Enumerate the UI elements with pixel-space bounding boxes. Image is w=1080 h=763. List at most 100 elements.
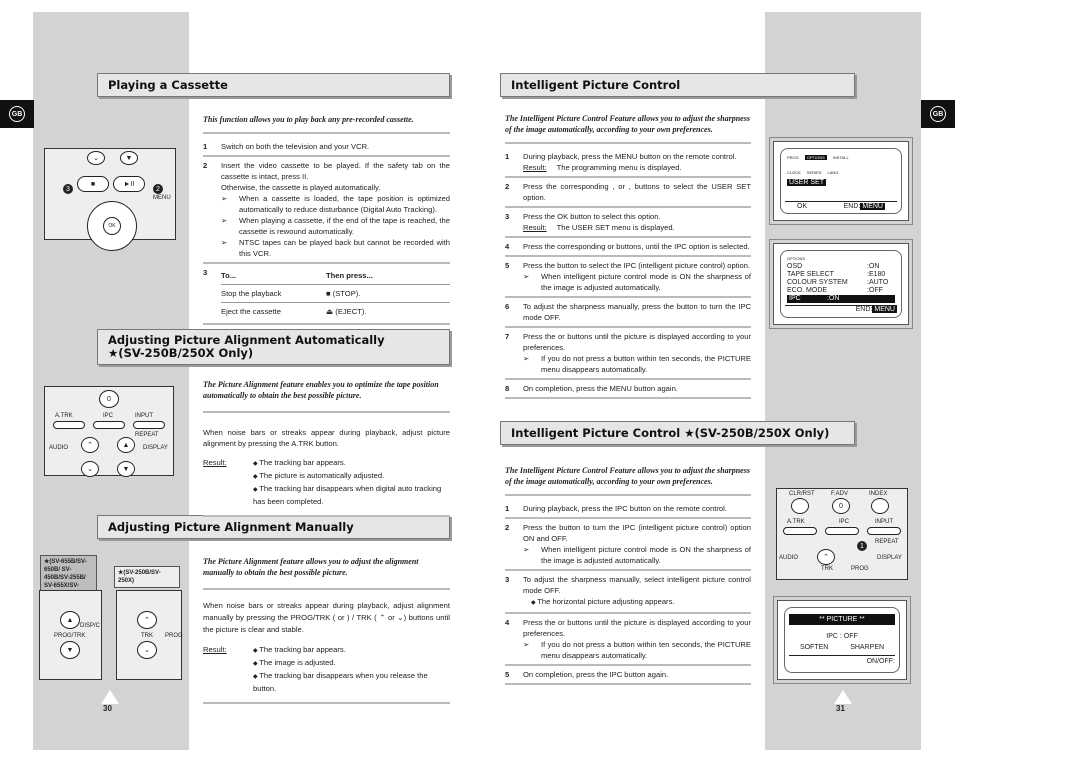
step-number: 4 <box>505 618 510 627</box>
osd-picture-menu: ** PICTURE ** IPC : OFF SOFTEN SHARPEN ON… <box>773 596 911 684</box>
prog-down-button: ▼ <box>117 461 135 477</box>
step-number: 5 <box>505 670 510 679</box>
heading-ipc: Intelligent Picture Control <box>500 73 855 97</box>
step-body: During playback, press the MENU button o… <box>523 151 751 173</box>
note-text: NTSC tapes can be played back but cannot… <box>239 238 450 258</box>
note-arrow-icon: ➢ <box>523 272 530 281</box>
option-name: TAPE SELECT <box>787 271 834 278</box>
clock-icon: CLOCK <box>787 170 801 175</box>
repeat-label: REPEAT <box>875 539 899 545</box>
note-text: When intelligent picture control mode is… <box>541 272 751 292</box>
trk-up-button: ⌃ <box>81 437 99 453</box>
step-text: Press the or buttons until the picture i… <box>523 618 751 638</box>
atrk-button <box>53 421 85 429</box>
step-text: On completion, press the IPC button agai… <box>523 670 669 679</box>
step-5: 5 Press the button to select the IPC (int… <box>505 257 751 298</box>
option-name: ECO. MODE <box>787 287 828 294</box>
end-label: END: <box>855 306 873 313</box>
atrk-button <box>783 527 817 535</box>
step-result: Result: The programming menu is displayed… <box>523 162 751 173</box>
step-number: 3 <box>505 212 510 221</box>
display-label: DISPLAY <box>877 555 902 561</box>
picture-title: ** PICTURE ** <box>789 614 895 625</box>
language-tab-left: GB <box>0 100 34 128</box>
heading-auto-alignment: Adjusting Picture Alignment Automaticall… <box>97 329 450 365</box>
step-body: Press the button to turn the IPC (intell… <box>523 522 751 566</box>
ok-label: OK <box>797 203 808 210</box>
ipc-label: IPC <box>103 413 114 419</box>
result-item: The picture is automatically adjusted. <box>245 470 450 483</box>
step-body: Press the or buttons until the picture i… <box>523 331 751 375</box>
result-item: The image is adjusted. <box>245 657 450 670</box>
atrk-label: A.TRK <box>55 413 73 419</box>
result-label: Result: <box>203 645 227 654</box>
audio-label: AUDIO <box>49 445 69 451</box>
step-2: 2 Insert the video cassette to be played.… <box>203 157 450 264</box>
option-row: COLOUR SYSTEM:AUTO <box>787 279 895 287</box>
step-2: 2 Press the button to turn the IPC (intel… <box>505 519 751 571</box>
step-number: 2 <box>505 523 510 532</box>
note: ➢ When intelligent picture control mode i… <box>523 544 751 566</box>
end-label: END: <box>843 203 861 210</box>
step-text: To adjust the sharpness manually, press … <box>523 302 751 322</box>
result-item: The tracking bar disappears when digital… <box>245 483 450 507</box>
note: ➢ When intelligent picture control mode i… <box>523 271 751 293</box>
note: ➢ When playing a cassette, if the end of … <box>221 215 450 237</box>
clrrst-label: CLR/RST <box>789 491 815 497</box>
option-name: OSD <box>787 263 803 270</box>
result-text: The USER SET menu is displayed. <box>556 223 675 232</box>
step-3: 3 To... Then press... Stop the playback ■ … <box>203 264 450 325</box>
step-8: 8 On completion, press the MENU button ag… <box>505 380 751 399</box>
nav-ring: OK <box>87 201 137 251</box>
step-number: 6 <box>505 302 510 311</box>
step-body: Insert the video cassette to be played. … <box>221 160 450 259</box>
callout-2: 2 <box>153 184 163 194</box>
note: ➢ If you do not press a button within ten… <box>523 353 751 375</box>
option-row: TAPE SELECT:E180 <box>787 271 895 279</box>
intro-text: The Picture Alignment feature allows you… <box>203 556 450 590</box>
audio-label: AUDIO <box>779 555 799 561</box>
onoff-label: ON/OFF: <box>789 655 895 667</box>
menu-label: MENU <box>153 195 171 201</box>
table-row: Stop the playback ■ (STOP). <box>221 285 450 303</box>
option-value: :AUTO <box>867 279 889 286</box>
step-body: Press the or buttons until the picture i… <box>523 617 751 661</box>
note-arrow-icon: ➢ <box>523 354 530 363</box>
playing-section: This function allows you to play back an… <box>203 114 450 325</box>
step-body: To adjust the sharpness manually, select… <box>523 574 751 609</box>
step-text: Press the button to turn the IPC (intell… <box>523 523 751 543</box>
heading-auto-subtitle: ★(SV-250B/250X Only) <box>108 346 254 360</box>
auto-section: The Picture Alignment feature enables yo… <box>203 379 450 517</box>
step-body: During playback, press the IPC button on… <box>523 503 751 514</box>
ipc-button <box>825 527 859 535</box>
model-note-b: ★(SV-250B/SV-250X) <box>114 566 180 588</box>
step-text: Insert the video cassette to be played. … <box>221 161 450 181</box>
intro-text: This function allows you to play back an… <box>203 114 450 134</box>
step-number: 8 <box>505 384 510 393</box>
prog-up-button: ▲ <box>117 437 135 453</box>
step-body: On completion, press the IPC button agai… <box>523 669 751 680</box>
body-text: When noise bars or streaks appear during… <box>203 428 450 448</box>
input-button <box>133 421 165 429</box>
step-6: 6 To adjust the sharpness manually, press… <box>505 298 751 328</box>
step-body: Press the corresponding , or , buttons t… <box>523 181 751 203</box>
heading-manual-alignment: Adjusting Picture Alignment Manually <box>97 515 450 539</box>
trk-label: TRK <box>821 566 833 572</box>
remote-illustration-atrk: 0 A.TRK IPC INPUT REPEAT AUDIO ⌃ ▲ DISPL… <box>44 386 174 477</box>
remote-illustration-progtrk: ▲ PROG/TRK ▼ DISP/C <box>39 590 102 680</box>
step-3: 3 Press the OK button to select this opti… <box>505 208 751 238</box>
callout-3: 3 <box>63 184 73 194</box>
prog-down-button: ▼ <box>120 151 138 165</box>
step-1: 1 During playback, press the IPC button o… <box>505 500 751 519</box>
zero-button: 0 <box>99 390 119 408</box>
atrk-label: A.TRK <box>787 519 805 525</box>
step-number: 1 <box>203 142 208 151</box>
step-number: 4 <box>505 242 510 251</box>
note-arrow-icon: ➢ <box>523 545 530 554</box>
option-name: IPC <box>789 295 801 302</box>
step-4: 4 Press the corresponding or buttons, unt… <box>505 238 751 257</box>
ipc-button <box>93 421 125 429</box>
step-text: On completion, press the MENU button aga… <box>523 384 678 393</box>
note: ➢ NTSC tapes can be played back but canno… <box>221 237 450 259</box>
step-text: Press the corresponding or buttons, unti… <box>523 242 750 251</box>
